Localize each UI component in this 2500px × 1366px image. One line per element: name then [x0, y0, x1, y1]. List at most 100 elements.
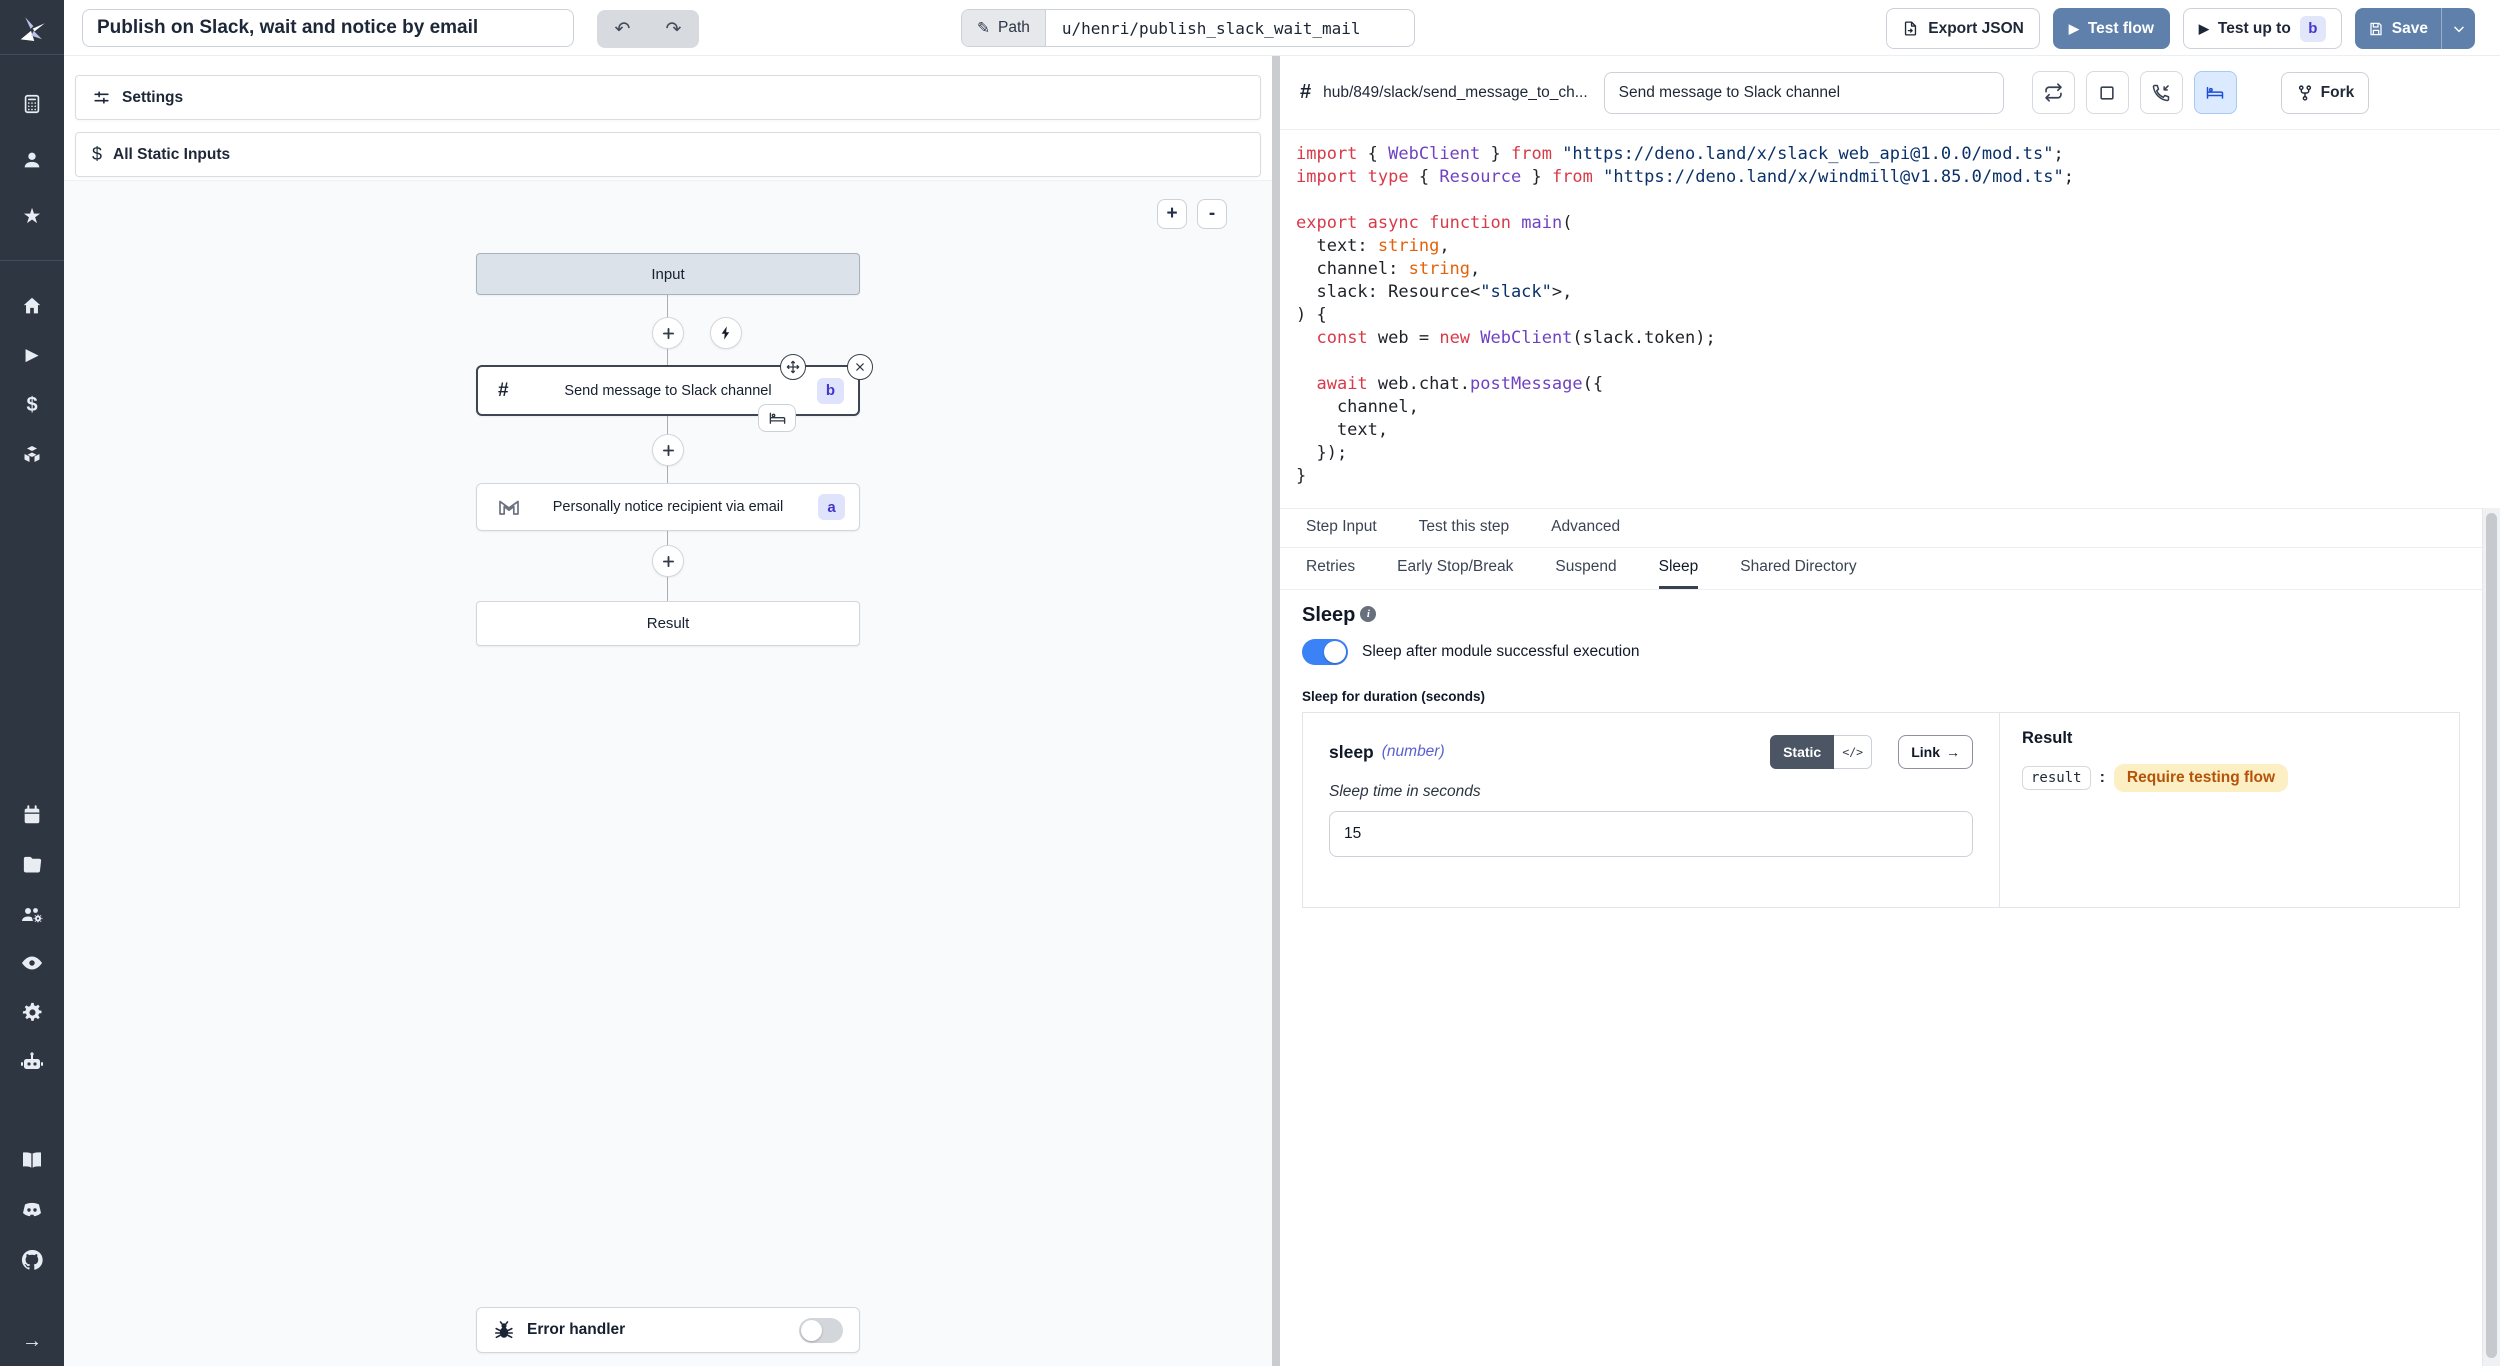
flow-node-result[interactable]: Result: [476, 601, 860, 646]
sidebar-item-resources[interactable]: [0, 430, 64, 480]
flow-canvas[interactable]: + - Input # Send message to Slack channe…: [64, 180, 1272, 1366]
home-icon: [21, 295, 43, 317]
chevron-down-icon: [2451, 21, 2467, 37]
test-flow-button[interactable]: ▶ Test flow: [2053, 8, 2170, 49]
sidebar-item-discord[interactable]: [0, 1185, 64, 1235]
sleep-field-description: Sleep time in seconds: [1329, 783, 1973, 801]
code-editor[interactable]: import { WebClient } from "https://deno.…: [1280, 130, 2500, 508]
topbar: ↶ ↷ ✎ Path u/henri/publish_slack_wait_ma…: [64, 0, 2500, 56]
test-up-to-button[interactable]: ▶ Test up to b: [2183, 8, 2342, 49]
code-line: import { WebClient } from "https://deno.…: [1296, 143, 2484, 166]
trigger-button[interactable]: [710, 317, 742, 349]
step-summary-input[interactable]: [1604, 72, 2004, 114]
sleep-indicator-chip[interactable]: [758, 404, 796, 432]
windmill-logo-icon[interactable]: [15, 6, 49, 54]
code-mode-button[interactable]: </>: [1834, 735, 1872, 769]
step-detail-panel: # hub/849/slack/send_message_to_ch... Fo…: [1280, 56, 2500, 1366]
code-line: });: [1296, 442, 2484, 465]
tab-early-stop-break[interactable]: Early Stop/Break: [1397, 548, 1513, 589]
sleep-button[interactable]: [2194, 71, 2237, 114]
flow-title-input[interactable]: [82, 9, 574, 47]
node-label: Send message to Slack channel: [478, 383, 858, 399]
plus-icon: [660, 442, 677, 459]
save-label: Save: [2392, 20, 2428, 38]
tab-step-input[interactable]: Step Input: [1306, 509, 1377, 547]
tab-test-this-step[interactable]: Test this step: [1419, 509, 1509, 547]
plus-icon: [660, 325, 677, 342]
insert-step-button[interactable]: [652, 545, 684, 577]
settings-bar-label: Settings: [122, 89, 183, 107]
sleep-duration-label: Sleep for duration (seconds): [1302, 689, 2460, 704]
sidebar-item-home[interactable]: [0, 281, 64, 331]
move-step-button[interactable]: [780, 354, 806, 380]
sidebar-item-github[interactable]: [0, 1235, 64, 1285]
sidebar-item-workers[interactable]: [0, 1038, 64, 1088]
sidebar-item-workspace[interactable]: [0, 76, 64, 132]
sidebar-expand-button[interactable]: →: [0, 1316, 64, 1366]
insert-step-button[interactable]: [652, 434, 684, 466]
book-icon: [20, 1149, 44, 1173]
git-fork-icon: [2296, 84, 2314, 102]
scrollbar-thumb[interactable]: [2486, 513, 2497, 1358]
sidebar-item-folders[interactable]: [0, 839, 64, 889]
code-line: }: [1296, 465, 2484, 488]
insert-step-button[interactable]: [652, 317, 684, 349]
sidebar-item-docs[interactable]: [0, 1136, 64, 1186]
undo-redo-group: ↶ ↷: [597, 10, 699, 48]
panel-resize-handle[interactable]: [1272, 56, 1280, 1366]
sleep-field-type: (number): [1382, 743, 1445, 761]
error-handler-node[interactable]: Error handler: [476, 1307, 860, 1353]
node-label: Result: [477, 615, 859, 632]
path-button[interactable]: ✎ Path: [962, 10, 1046, 46]
static-mode-button[interactable]: Static: [1770, 735, 1834, 769]
result-key-chip[interactable]: result: [2022, 766, 2091, 790]
tab-retries[interactable]: Retries: [1306, 548, 1355, 589]
tab-advanced[interactable]: Advanced: [1551, 509, 1620, 547]
undo-button[interactable]: ↶: [597, 18, 648, 41]
sliders-icon: [92, 88, 111, 107]
fork-button[interactable]: Fork: [2281, 72, 2370, 114]
sidebar-item-schedules[interactable]: [0, 790, 64, 840]
code-line: export async function main(: [1296, 212, 2484, 235]
retries-button[interactable]: [2032, 71, 2075, 114]
zoom-out-button[interactable]: -: [1197, 199, 1227, 229]
error-handler-toggle[interactable]: [799, 1318, 843, 1343]
sidebar-item-groups[interactable]: [0, 889, 64, 939]
arrow-right-icon: →: [22, 1330, 42, 1353]
path-value[interactable]: u/henri/publish_slack_wait_mail: [1046, 10, 1414, 46]
path-button-label: Path: [998, 19, 1030, 37]
info-icon[interactable]: i: [1360, 606, 1376, 622]
folder-icon: [21, 853, 44, 876]
sidebar-item-runs[interactable]: ▶: [0, 331, 64, 381]
code-line: text: string,: [1296, 235, 2484, 258]
dollar-icon: $: [26, 394, 37, 417]
flow-node-email-step[interactable]: Personally notice recipient via email a: [476, 483, 860, 531]
all-static-inputs-bar[interactable]: $ All Static Inputs: [75, 132, 1261, 177]
sidebar-item-favorites[interactable]: ★: [0, 188, 64, 244]
export-json-button[interactable]: Export JSON: [1886, 8, 2040, 49]
sidebar-item-settings[interactable]: [0, 988, 64, 1038]
delete-step-button[interactable]: [847, 354, 873, 380]
sleep-toggle[interactable]: [1302, 639, 1348, 665]
code-line: [1296, 350, 2484, 373]
zoom-in-button[interactable]: +: [1157, 199, 1187, 229]
save-button[interactable]: Save: [2355, 8, 2441, 49]
redo-button[interactable]: ↷: [648, 18, 699, 41]
early-stop-button[interactable]: [2086, 71, 2129, 114]
panel-scrollbar[interactable]: [2482, 508, 2500, 1366]
settings-bar[interactable]: Settings: [75, 75, 1261, 120]
tab-sleep[interactable]: Sleep: [1659, 548, 1699, 589]
tab-shared-directory[interactable]: Shared Directory: [1740, 548, 1856, 589]
tab-suspend[interactable]: Suspend: [1555, 548, 1616, 589]
save-dropdown-button[interactable]: [2441, 8, 2475, 49]
suspend-button[interactable]: [2140, 71, 2183, 114]
link-button[interactable]: Link →: [1898, 735, 1973, 769]
bug-icon: [493, 1319, 515, 1341]
sleep-seconds-input[interactable]: [1329, 811, 1973, 857]
sidebar-item-user[interactable]: [0, 132, 64, 188]
flow-node-input[interactable]: Input: [476, 253, 860, 295]
sidebar-item-audit-logs[interactable]: [0, 939, 64, 989]
sidebar-item-variables[interactable]: $: [0, 380, 64, 430]
script-path[interactable]: hub/849/slack/send_message_to_ch...: [1323, 84, 1588, 102]
export-file-icon: [1902, 20, 1919, 37]
